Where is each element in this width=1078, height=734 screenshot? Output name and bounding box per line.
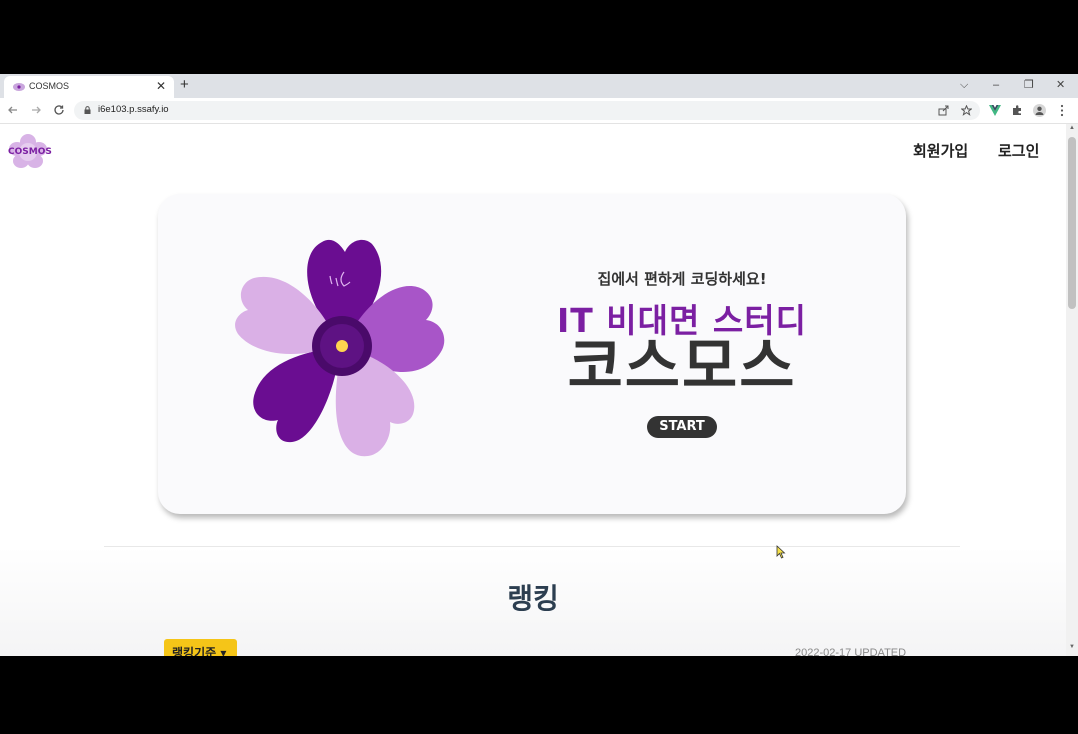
minimize-button[interactable]: – <box>993 76 999 94</box>
mouse-cursor-icon <box>776 545 786 559</box>
scroll-up-arrow-icon[interactable]: ▲ <box>1069 125 1075 131</box>
reload-icon[interactable] <box>53 104 65 116</box>
arrow-left-icon[interactable] <box>7 104 19 116</box>
logo-text: COSMOS <box>8 147 52 157</box>
tab-search-icon[interactable]: ⌵ <box>960 76 968 94</box>
hero-brand: 코스모스 <box>567 332 797 402</box>
hero-subtitle: 집에서 편하게 코딩하세요! <box>597 270 767 288</box>
page-viewport: COSMOS 회원가입 로그인 집에서 편하게 코딩하세요! IT 비대면 스터… <box>0 124 1066 656</box>
ranking-criteria-dropdown[interactable]: 랭킹기준 ▾ <box>164 639 237 656</box>
url-text: i6e103.p.ssafy.io <box>98 104 169 115</box>
ranking-section: 랭킹 랭킹기준 ▾ 2022-02-17 UPDATED <box>0 547 1066 656</box>
browser-toolbar: i6e103.p.ssafy.io <box>0 98 1078 124</box>
tab-close-icon[interactable]: ✕ <box>156 79 166 93</box>
signup-link[interactable]: 회원가입 <box>913 140 968 161</box>
close-window-button[interactable]: ✕ <box>1056 76 1065 94</box>
login-link[interactable]: 로그인 <box>998 140 1039 161</box>
cosmos-favicon-icon <box>13 83 25 91</box>
start-button[interactable]: START <box>647 416 717 438</box>
ranking-title: 랭킹 <box>507 582 559 615</box>
puzzle-icon[interactable] <box>1012 105 1023 116</box>
scrollbar-thumb[interactable] <box>1068 137 1076 309</box>
star-icon[interactable] <box>961 105 972 116</box>
tab-strip: COSMOS ✕ + ⌵ – ❐ ✕ <box>0 74 1078 98</box>
share-icon[interactable] <box>938 105 949 116</box>
tab-title: COSMOS <box>29 81 70 91</box>
cosmos-flower-illustration <box>235 239 445 457</box>
logo[interactable]: COSMOS <box>8 134 52 170</box>
page-scrollbar[interactable]: ▲ ▼ <box>1066 124 1078 656</box>
restore-button[interactable]: ❐ <box>1024 76 1034 94</box>
hero-banner: 집에서 편하게 코딩하세요! IT 비대면 스터디 코스모스 START <box>158 194 906 514</box>
lock-icon <box>84 106 91 114</box>
browser-window: COSMOS ✕ + ⌵ – ❐ ✕ i6e103.p.ssafy.io COS… <box>0 74 1078 656</box>
kebab-menu-icon[interactable] <box>1059 104 1065 117</box>
address-bar[interactable]: i6e103.p.ssafy.io <box>74 101 980 120</box>
tab-cosmos[interactable]: COSMOS ✕ <box>4 76 174 98</box>
vue-icon[interactable] <box>989 105 1001 116</box>
new-tab-button[interactable]: + <box>180 77 189 93</box>
updated-date: 2022-02-17 UPDATED <box>795 647 907 656</box>
arrow-right-icon[interactable] <box>30 104 42 116</box>
scroll-down-arrow-icon[interactable]: ▼ <box>1069 644 1075 650</box>
screen: COSMOS ✕ + ⌵ – ❐ ✕ i6e103.p.ssafy.io COS… <box>0 0 1078 734</box>
profile-icon[interactable] <box>1033 104 1046 117</box>
